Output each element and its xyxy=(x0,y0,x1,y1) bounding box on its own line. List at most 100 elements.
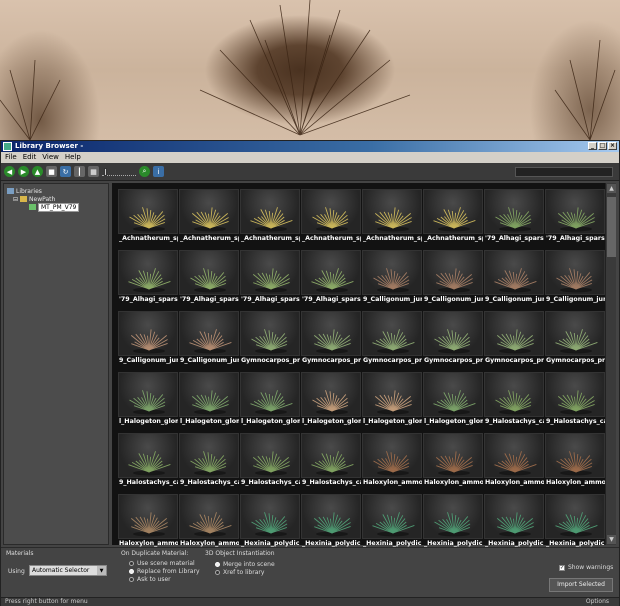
material-thumbnail[interactable] xyxy=(423,250,483,295)
material-tile[interactable]: '79_Alhagi_sparsifo xyxy=(240,250,300,311)
material-tile[interactable]: Gymnocarpos_prze xyxy=(301,311,361,372)
material-thumbnail[interactable] xyxy=(301,311,361,356)
material-tile[interactable]: Haloxylon_ammode xyxy=(484,433,544,494)
material-tile[interactable]: _Hexinia_polydiche xyxy=(545,494,605,555)
material-thumbnail[interactable] xyxy=(362,189,422,234)
properties-icon[interactable]: ┃ xyxy=(74,166,85,177)
material-tile[interactable]: Gymnocarpos_prze xyxy=(484,311,544,372)
material-thumbnail[interactable] xyxy=(423,372,483,417)
search-input[interactable] xyxy=(515,167,613,177)
material-tile[interactable]: l_Halogeton_glome xyxy=(179,372,239,433)
menu-help[interactable]: Help xyxy=(65,152,81,163)
material-tile[interactable]: _Achnatherum_sple xyxy=(301,189,361,250)
material-thumbnail[interactable] xyxy=(362,494,422,539)
material-tile[interactable]: '79_Alhagi_sparsifo xyxy=(484,189,544,250)
material-thumbnail[interactable] xyxy=(301,189,361,234)
material-tile[interactable]: Haloxylon_ammode xyxy=(362,433,422,494)
material-thumbnail[interactable] xyxy=(545,494,605,539)
material-tile[interactable]: 9_Halostachys_cas xyxy=(179,433,239,494)
material-thumbnail[interactable] xyxy=(240,250,300,295)
radio-xref-to-library[interactable]: Xref to library xyxy=(215,569,264,576)
material-thumbnail[interactable] xyxy=(179,311,239,356)
material-tile[interactable]: _Achnatherum_sple xyxy=(362,189,422,250)
radio-use-scene-material[interactable]: Use scene material xyxy=(129,560,195,567)
material-tile[interactable]: 9_Calligonum_junc xyxy=(423,250,483,311)
scroll-up-icon[interactable]: ▲ xyxy=(607,184,616,193)
material-thumbnail[interactable] xyxy=(240,494,300,539)
material-tile[interactable]: '79_Alhagi_sparsifo xyxy=(545,189,605,250)
material-thumbnail[interactable] xyxy=(179,494,239,539)
material-thumbnail[interactable] xyxy=(484,372,544,417)
close-button[interactable]: × xyxy=(608,142,617,150)
radio-ask-to-user[interactable]: Ask to user xyxy=(129,576,171,583)
material-thumbnail[interactable] xyxy=(545,250,605,295)
zoom-slider[interactable] xyxy=(102,167,136,176)
material-thumbnail[interactable] xyxy=(118,250,178,295)
material-thumbnail[interactable] xyxy=(545,311,605,356)
material-thumbnail[interactable] xyxy=(362,433,422,478)
menu-file[interactable]: File xyxy=(5,152,17,163)
material-tile[interactable]: 9_Halostachys_cas xyxy=(545,372,605,433)
material-thumbnail[interactable] xyxy=(484,189,544,234)
material-tile[interactable]: _Achnatherum_sple xyxy=(118,189,178,250)
refresh-icon[interactable]: ↻ xyxy=(60,166,71,177)
material-tile[interactable]: Haloxylon_ammode xyxy=(545,433,605,494)
scroll-down-icon[interactable]: ▼ xyxy=(607,535,616,544)
using-dropdown[interactable]: Automatic Selector ▼ xyxy=(29,565,107,576)
stop-icon[interactable]: ■ xyxy=(46,166,57,177)
material-tile[interactable]: _Hexinia_polydiche xyxy=(484,494,544,555)
material-tile[interactable]: _Hexinia_polydiche xyxy=(240,494,300,555)
material-thumbnail[interactable] xyxy=(362,250,422,295)
material-thumbnail[interactable] xyxy=(423,189,483,234)
material-thumbnail[interactable] xyxy=(423,433,483,478)
zoom-slider-thumb[interactable] xyxy=(104,168,107,176)
material-thumbnail[interactable] xyxy=(179,189,239,234)
material-thumbnail[interactable] xyxy=(484,494,544,539)
material-tile[interactable]: '79_Alhagi_sparsifo xyxy=(118,250,178,311)
radio-replace-from-library[interactable]: Replace from Library xyxy=(129,568,200,575)
material-tile[interactable]: _Achnatherum_sple xyxy=(179,189,239,250)
material-tile[interactable]: 9_Halostachys_cas xyxy=(301,433,361,494)
material-tile[interactable]: _Hexinia_polydiche xyxy=(362,494,422,555)
material-tile[interactable]: '79_Alhagi_sparsifo xyxy=(301,250,361,311)
material-tile[interactable]: Gymnocarpos_prze xyxy=(545,311,605,372)
material-thumbnail[interactable] xyxy=(423,311,483,356)
info-icon[interactable]: i xyxy=(153,166,164,177)
material-tile[interactable]: 9_Calligonum_junc xyxy=(362,250,422,311)
tree-item-libraries[interactable]: Libraries xyxy=(7,187,105,195)
material-thumbnail[interactable] xyxy=(240,433,300,478)
tree-item-selected[interactable]: MT_PM_V79 xyxy=(7,202,105,212)
material-thumbnail[interactable] xyxy=(362,311,422,356)
material-tile[interactable]: 9_Halostachys_cas xyxy=(484,372,544,433)
minimize-button[interactable]: _ xyxy=(588,142,597,150)
material-thumbnail[interactable] xyxy=(484,250,544,295)
forward-icon[interactable]: ▶ xyxy=(18,166,29,177)
material-tile[interactable]: Haloxylon_ammode xyxy=(179,494,239,555)
material-thumbnail[interactable] xyxy=(484,433,544,478)
material-tile[interactable]: l_Halogeton_glome xyxy=(240,372,300,433)
material-thumbnail[interactable] xyxy=(423,494,483,539)
material-thumbnail[interactable] xyxy=(179,372,239,417)
material-tile[interactable]: 9_Calligonum_junc xyxy=(484,250,544,311)
menu-view[interactable]: View xyxy=(42,152,59,163)
zoom-icon[interactable]: ⌕ xyxy=(139,166,150,177)
view-mode-icon[interactable]: ▦ xyxy=(88,166,99,177)
material-tile[interactable]: Gymnocarpos_prze xyxy=(423,311,483,372)
material-tile[interactable]: 9_Halostachys_cas xyxy=(240,433,300,494)
material-tile[interactable]: _Achnatherum_sple xyxy=(240,189,300,250)
material-tile[interactable]: Haloxylon_ammode xyxy=(118,494,178,555)
material-tile[interactable]: 9_Calligonum_junc xyxy=(545,250,605,311)
material-thumbnail[interactable] xyxy=(545,189,605,234)
material-thumbnail[interactable] xyxy=(118,433,178,478)
scrollbar-thumb[interactable] xyxy=(607,197,616,257)
show-warnings-checkbox[interactable]: ✓ Show warnings xyxy=(559,564,613,571)
material-tile[interactable]: 9_Halostachys_cas xyxy=(118,433,178,494)
back-icon[interactable]: ◀ xyxy=(4,166,15,177)
material-tile[interactable]: Gymnocarpos_prze xyxy=(362,311,422,372)
chevron-down-icon[interactable]: ▼ xyxy=(97,566,106,575)
material-thumbnail[interactable] xyxy=(301,250,361,295)
grid-scrollbar[interactable]: ▲ ▼ xyxy=(605,183,616,545)
options-link[interactable]: Options xyxy=(586,598,609,606)
material-thumbnail[interactable] xyxy=(301,433,361,478)
material-thumbnail[interactable] xyxy=(545,433,605,478)
